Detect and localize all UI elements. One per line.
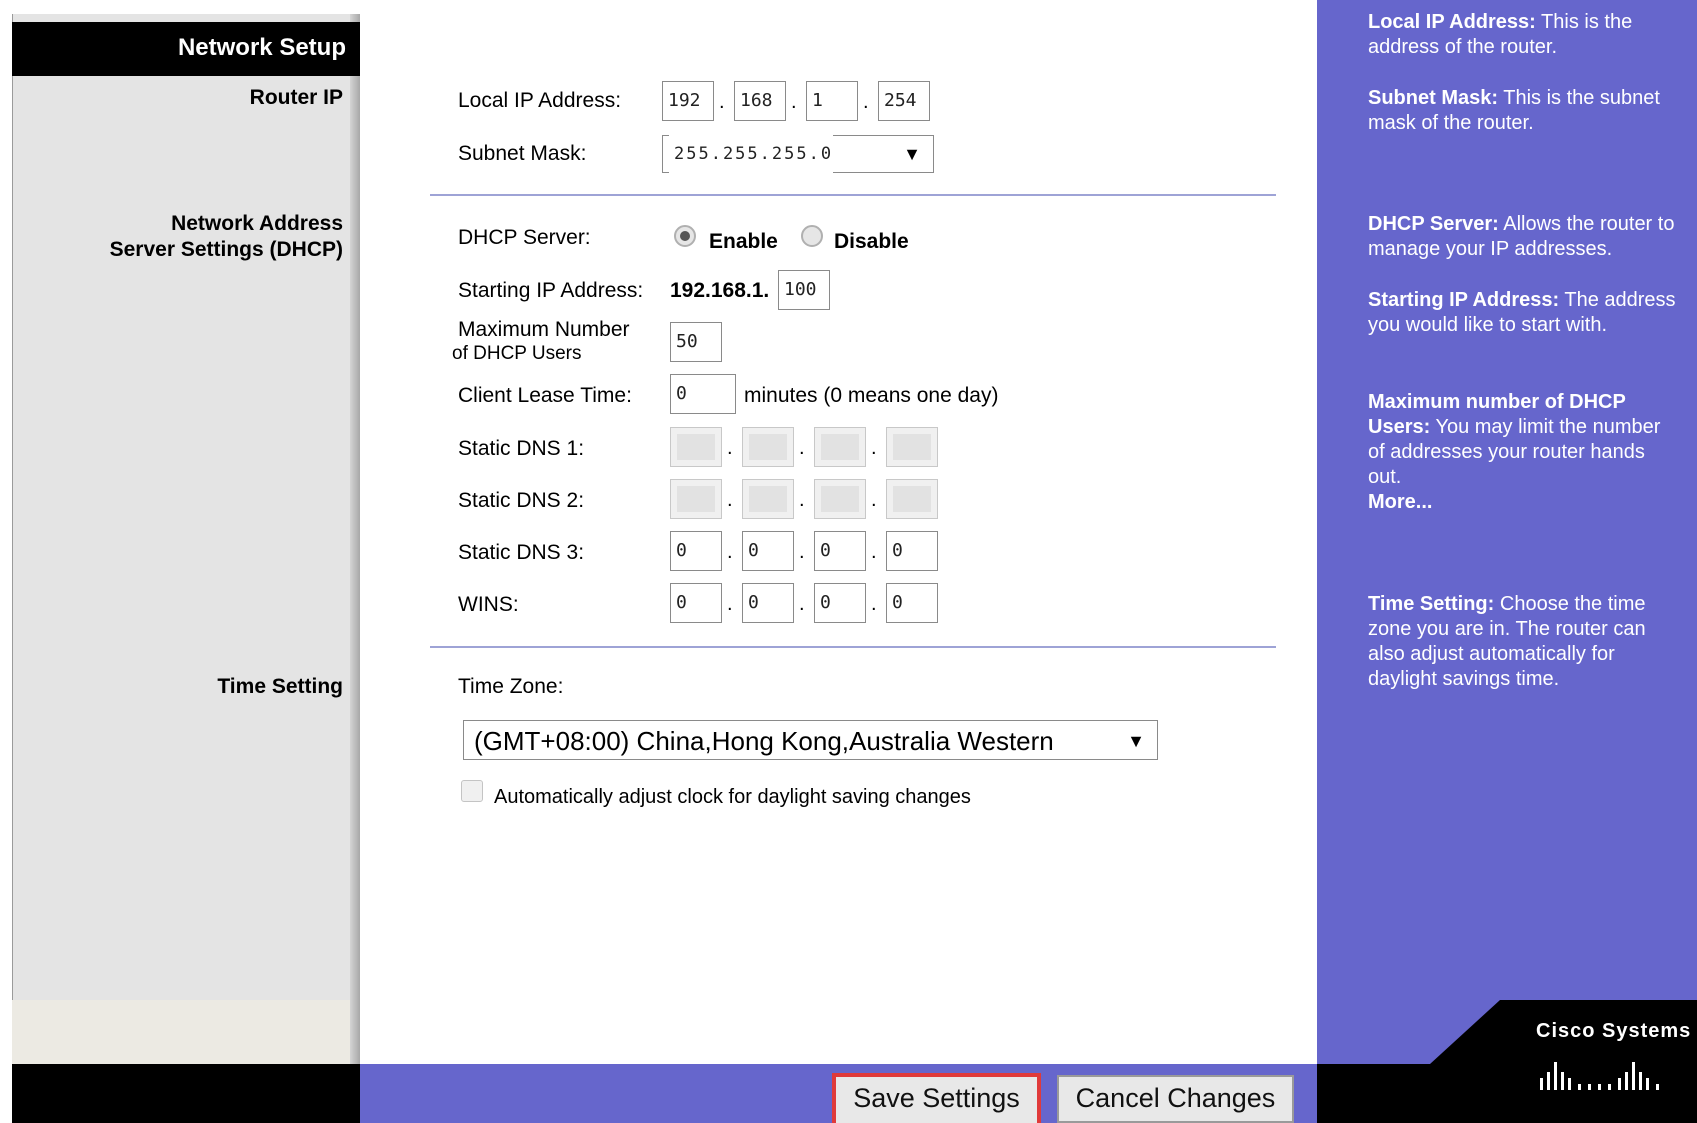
local-ip-octet-1[interactable]: 192 — [662, 81, 714, 121]
max-users-label-line2: of DHCP Users — [452, 343, 582, 364]
left-nav-shade — [12, 1000, 360, 1064]
dns3-octet-1[interactable]: 0 — [670, 531, 722, 571]
dhcp-server-label: DHCP Server: — [458, 226, 591, 249]
start-ip-prefix: 192.168.1. — [670, 279, 770, 302]
save-button[interactable]: Save Settings — [836, 1077, 1037, 1123]
lease-time-note: minutes (0 means one day) — [744, 384, 999, 407]
section-time-setting: Time Setting — [217, 675, 343, 698]
help-subnet: Subnet Mask: This is the subnet mask of … — [1368, 86, 1668, 136]
help-subnet-title: Subnet Mask: — [1368, 87, 1499, 109]
wins-octet-3[interactable]: 0 — [814, 583, 866, 623]
left-nav-panel — [12, 14, 360, 1123]
ip-dot: . — [871, 541, 877, 563]
cisco-logo-text: Cisco Systems — [1536, 1020, 1692, 1042]
radio-selected-icon — [674, 225, 696, 247]
dhcp-disable-label: Disable — [834, 230, 909, 253]
wins-octet-1[interactable]: 0 — [670, 583, 722, 623]
ip-dot: . — [863, 91, 869, 113]
start-ip-label: Starting IP Address: — [458, 279, 644, 302]
dhcp-enable-radio[interactable] — [673, 224, 697, 248]
help-local-ip: Local IP Address: This is the address of… — [1368, 10, 1688, 60]
subnet-mask-label: Subnet Mask: — [458, 142, 587, 165]
ip-dot: . — [871, 593, 877, 615]
help-panel — [1317, 0, 1697, 1064]
dns1-octet-2[interactable] — [742, 427, 794, 467]
ip-dot: . — [871, 489, 877, 511]
ip-dot: . — [871, 437, 877, 459]
dhcp-enable-label: Enable — [709, 230, 778, 253]
chevron-down-icon: ▼ — [1127, 731, 1145, 751]
max-users-label-line1: Maximum Number — [458, 318, 630, 341]
help-start-ip-title: Starting IP Address: — [1368, 289, 1560, 311]
ip-dot: . — [727, 437, 733, 459]
section-divider — [430, 194, 1276, 196]
section-dhcp-line2: Server Settings (DHCP) — [109, 238, 343, 261]
max-users-input[interactable]: 50 — [670, 322, 722, 362]
dns3-label: Static DNS 3: — [458, 541, 585, 564]
local-ip-octet-2[interactable]: 168 — [734, 81, 786, 121]
ip-dot: . — [727, 593, 733, 615]
wins-label: WINS: — [458, 593, 519, 616]
section-divider — [430, 646, 1276, 648]
time-zone-value: (GMT+08:00) China,Hong Kong,Australia We… — [474, 726, 1054, 756]
ip-dot: . — [799, 489, 805, 511]
dns1-octet-3[interactable] — [814, 427, 866, 467]
dns3-octet-2[interactable]: 0 — [742, 531, 794, 571]
dns2-label: Static DNS 2: — [458, 489, 585, 512]
ip-dot: . — [727, 541, 733, 563]
help-start-ip: Starting IP Address: The address you wou… — [1368, 288, 1678, 338]
ip-dot: . — [799, 437, 805, 459]
local-ip-octet-3[interactable]: 1 — [806, 81, 858, 121]
lease-time-input[interactable]: 0 — [670, 374, 736, 414]
help-max-users: Maximum number of DHCP Users: You may li… — [1368, 390, 1668, 515]
dns3-octet-3[interactable]: 0 — [814, 531, 866, 571]
nav-title-bar: Network Setup — [12, 22, 360, 76]
ip-dot: . — [727, 489, 733, 511]
dst-checkbox[interactable] — [461, 780, 483, 802]
section-dhcp-line1: Network Address — [171, 212, 343, 235]
cancel-button[interactable]: Cancel Changes — [1057, 1075, 1294, 1123]
help-local-ip-title: Local IP Address: — [1368, 11, 1536, 33]
ip-dot: . — [799, 593, 805, 615]
dns1-label: Static DNS 1: — [458, 437, 585, 460]
dns2-octet-3[interactable] — [814, 479, 866, 519]
dns2-octet-1[interactable] — [670, 479, 722, 519]
left-nav-edge — [350, 14, 360, 1064]
subnet-mask-select[interactable]: 255.255.255.0 ▼ — [662, 135, 934, 173]
radio-unselected-icon — [801, 225, 823, 247]
dns2-octet-4[interactable] — [886, 479, 938, 519]
help-more-link[interactable]: More... — [1368, 491, 1432, 513]
subnet-mask-value: 255.255.255.0 — [669, 135, 834, 173]
wins-octet-2[interactable]: 0 — [742, 583, 794, 623]
ip-dot: . — [719, 91, 725, 113]
dns2-octet-2[interactable] — [742, 479, 794, 519]
dns3-octet-4[interactable]: 0 — [886, 531, 938, 571]
section-router-ip: Router IP — [249, 86, 343, 109]
time-zone-select[interactable]: (GMT+08:00) China,Hong Kong,Australia We… — [463, 720, 1158, 760]
cisco-bridge-icon — [1540, 1062, 1659, 1090]
footer-left — [12, 1064, 360, 1123]
time-zone-label: Time Zone: — [458, 675, 564, 698]
ip-dot: . — [799, 541, 805, 563]
chevron-down-icon: ▼ — [903, 144, 921, 164]
ip-dot: . — [791, 91, 797, 113]
dns1-octet-1[interactable] — [670, 427, 722, 467]
dhcp-disable-radio[interactable] — [800, 224, 824, 248]
page-title: Network Setup — [177, 34, 346, 61]
lease-time-label: Client Lease Time: — [458, 384, 632, 407]
local-ip-octet-4[interactable]: 254 — [878, 81, 930, 121]
start-ip-last-octet[interactable]: 100 — [778, 270, 830, 310]
help-time-title: Time Setting: — [1368, 593, 1495, 615]
local-ip-label: Local IP Address: — [458, 89, 622, 112]
help-time: Time Setting: Choose the time zone you a… — [1368, 592, 1686, 692]
help-dhcp-title: DHCP Server: — [1368, 213, 1499, 235]
dns1-octet-4[interactable] — [886, 427, 938, 467]
dst-label: Automatically adjust clock for daylight … — [494, 786, 971, 808]
wins-octet-4[interactable]: 0 — [886, 583, 938, 623]
help-dhcp: DHCP Server: Allows the router to manage… — [1368, 212, 1690, 262]
